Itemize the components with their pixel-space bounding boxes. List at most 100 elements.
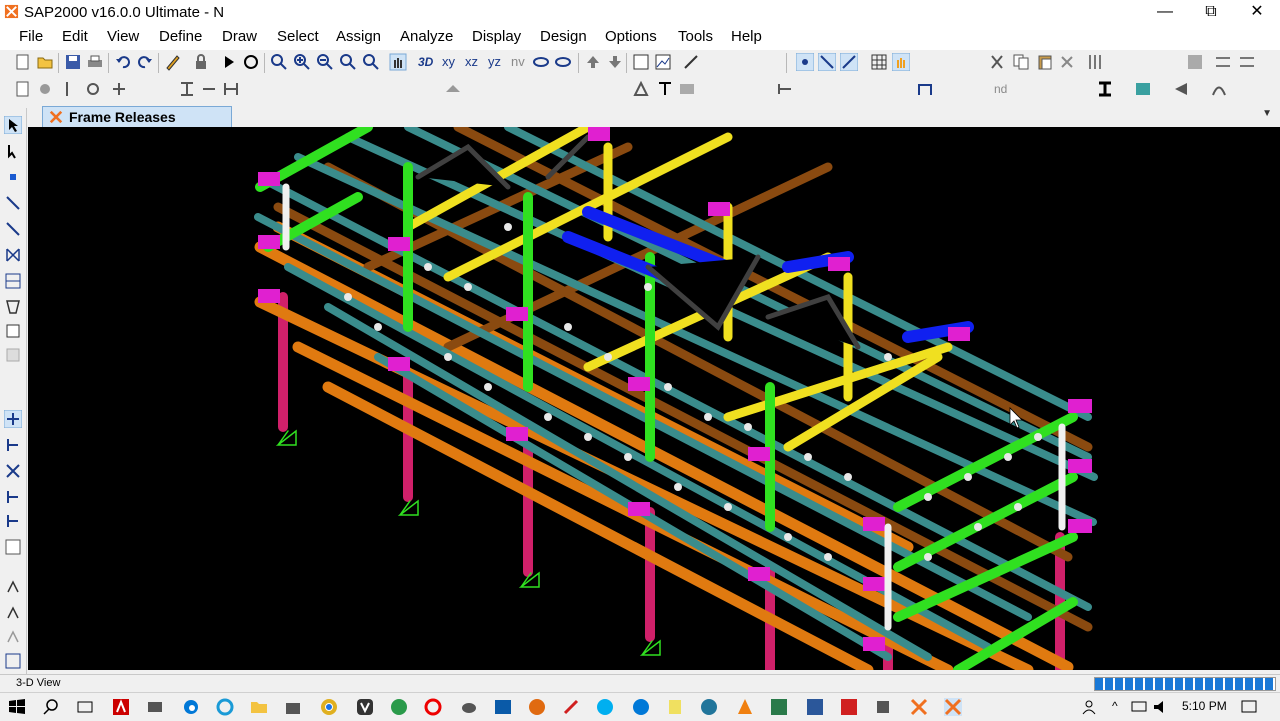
shell-icon[interactable]	[1134, 80, 1152, 98]
load-pattern-icon[interactable]	[1172, 80, 1190, 98]
show-undeformed-icon[interactable]	[654, 53, 672, 71]
snap-intersection-icon[interactable]	[4, 488, 22, 506]
menu-edit[interactable]: Edit	[62, 28, 88, 45]
menu-select[interactable]: Select	[277, 28, 319, 45]
pencil-icon[interactable]	[164, 53, 182, 71]
model-viewport-3d[interactable]	[28, 127, 1280, 670]
acrobat-reader-icon[interactable]	[840, 698, 858, 716]
draw-frame-tool-icon[interactable]	[4, 194, 22, 212]
redo-icon[interactable]	[136, 53, 154, 71]
lock-icon[interactable]	[192, 53, 210, 71]
select-intersect-icon[interactable]	[4, 410, 22, 428]
windows-start-icon[interactable]	[8, 698, 26, 716]
copy-icon[interactable]	[1012, 53, 1030, 71]
notification-icon[interactable]	[1240, 698, 1258, 716]
volume-icon[interactable]	[1152, 698, 1170, 716]
show-tables-icon[interactable]	[678, 80, 696, 98]
frame-section-icon[interactable]	[178, 80, 196, 98]
assign-joint-icon[interactable]	[58, 80, 76, 98]
zoom-in-icon[interactable]	[293, 53, 311, 71]
properties-icon[interactable]	[1186, 53, 1204, 71]
tray-chevron-icon[interactable]: ^	[1112, 699, 1118, 713]
pointer-icon[interactable]	[4, 116, 22, 134]
cloud-app-icon[interactable]	[460, 698, 478, 716]
print-icon[interactable]	[86, 53, 104, 71]
ie-icon[interactable]	[216, 698, 234, 716]
nd-button[interactable]: nd	[994, 82, 1007, 96]
snap-icon[interactable]	[840, 53, 858, 71]
move-down-icon[interactable]	[606, 53, 624, 71]
menu-assign[interactable]: Assign	[336, 28, 381, 45]
snap-joints-icon[interactable]	[4, 436, 22, 454]
notes-icon[interactable]	[666, 698, 684, 716]
function-icon[interactable]	[1210, 80, 1228, 98]
pan-icon[interactable]	[389, 53, 407, 71]
space-icon[interactable]	[1238, 53, 1256, 71]
vivaldi-icon[interactable]	[356, 698, 374, 716]
minimize-button[interactable]: —	[1142, 0, 1188, 24]
reshape-icon[interactable]	[818, 53, 836, 71]
quick-draw-frame-icon[interactable]	[4, 220, 22, 238]
edit-joint-icon[interactable]	[36, 80, 54, 98]
refresh-icon[interactable]	[242, 53, 260, 71]
clock[interactable]: 5:10 PM	[1182, 699, 1227, 713]
show-forces-icon[interactable]	[632, 80, 650, 98]
zoom-window-icon[interactable]	[270, 53, 288, 71]
draw-secondary-beam-icon[interactable]	[4, 272, 22, 290]
view-nv-button[interactable]: nv	[511, 54, 525, 69]
chevron-down-icon[interactable]: ▼	[1262, 108, 1272, 119]
paste-icon[interactable]	[1036, 53, 1054, 71]
align-icon[interactable]	[1086, 53, 1104, 71]
draw-rect-area-icon[interactable]	[4, 346, 22, 364]
menu-file[interactable]: File	[19, 28, 43, 45]
set-display-icon[interactable]	[632, 53, 650, 71]
people-icon[interactable]	[1080, 698, 1098, 716]
file-manager-icon[interactable]	[146, 698, 164, 716]
snap-lines-icon[interactable]	[4, 538, 22, 556]
area-section-icon[interactable]	[444, 80, 462, 98]
sap2000-active-icon[interactable]	[944, 698, 962, 716]
save-icon[interactable]	[64, 53, 82, 71]
sap2000-app-icon[interactable]	[4, 4, 19, 19]
zoom-out-icon[interactable]	[316, 53, 334, 71]
select-pointer-icon[interactable]	[796, 53, 814, 71]
menu-design[interactable]: Design	[540, 28, 587, 45]
edge-icon[interactable]	[182, 698, 200, 716]
design-steel-icon[interactable]	[776, 80, 794, 98]
view-xy-button[interactable]: xy	[442, 54, 455, 69]
reshape-tool-icon[interactable]	[4, 142, 22, 160]
sap2000-task-icon[interactable]	[910, 698, 928, 716]
outlook-icon[interactable]	[494, 698, 512, 716]
acrobat-icon[interactable]	[112, 698, 130, 716]
hand-select-icon[interactable]	[892, 53, 910, 71]
search-icon[interactable]	[42, 698, 60, 716]
show-deformed-icon[interactable]	[656, 80, 674, 98]
frame-length-icon[interactable]	[222, 80, 240, 98]
restore-button[interactable]: ⧉	[1188, 0, 1234, 24]
draw-brace-icon[interactable]	[4, 246, 22, 264]
close-button[interactable]: ✕	[1234, 0, 1280, 24]
snap-perpendicular-icon[interactable]	[4, 512, 22, 530]
draw-joint-icon[interactable]	[4, 168, 22, 186]
menu-tools[interactable]: Tools	[678, 28, 713, 45]
store-icon[interactable]	[284, 698, 302, 716]
move-up-icon[interactable]	[584, 53, 602, 71]
menu-draw[interactable]: Draw	[222, 28, 257, 45]
perspective-icon[interactable]	[554, 53, 572, 71]
menu-view[interactable]: View	[107, 28, 139, 45]
distribute-icon[interactable]	[1214, 53, 1232, 71]
draw-area-icon[interactable]	[4, 322, 22, 340]
tool-app-icon[interactable]	[562, 698, 580, 716]
draw-shapes-icon[interactable]	[682, 53, 700, 71]
new-model-icon[interactable]	[14, 53, 32, 71]
view-xz-button[interactable]: xz	[465, 54, 478, 69]
menu-define[interactable]: Define	[159, 28, 202, 45]
skype-business-icon[interactable]	[632, 698, 650, 716]
task-view-icon[interactable]	[76, 698, 94, 716]
view-yz-button[interactable]: yz	[488, 54, 501, 69]
open-icon[interactable]	[36, 53, 54, 71]
zoom-fit-icon[interactable]	[339, 53, 357, 71]
undo-icon[interactable]	[114, 53, 132, 71]
draw-cable-icon[interactable]	[4, 298, 22, 316]
rotate-view-icon[interactable]	[532, 53, 550, 71]
